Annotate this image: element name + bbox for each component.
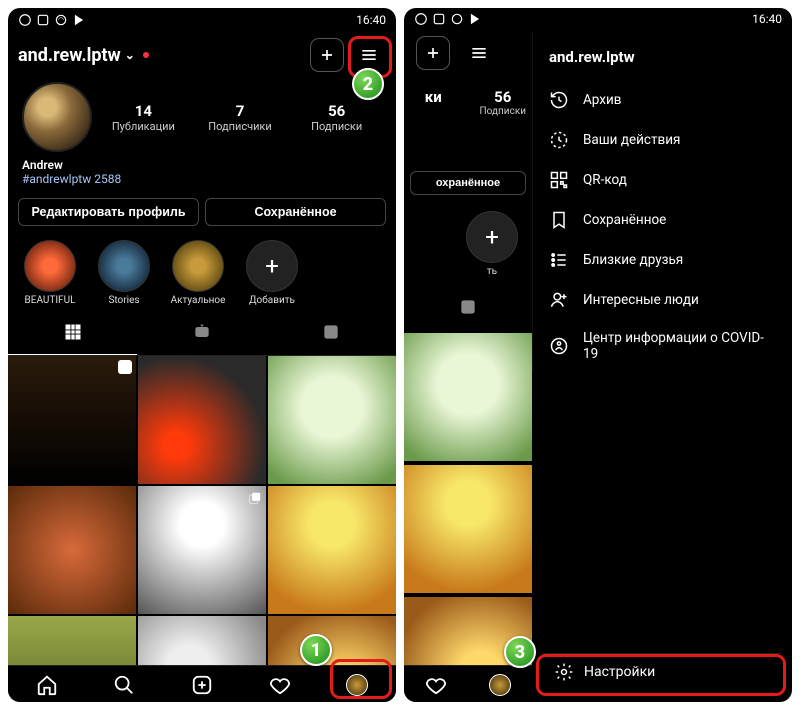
nav-profile[interactable] (468, 674, 532, 696)
nav-profile[interactable] (318, 674, 396, 696)
create-post-button[interactable] (310, 38, 344, 72)
callout-number-2: 2 (352, 68, 384, 100)
post-cell[interactable] (404, 333, 532, 461)
history-icon (549, 90, 569, 110)
carousel-icon (248, 490, 262, 504)
post-cell[interactable] (8, 356, 136, 484)
profile-header: and.rew.lptw ⌄ (8, 32, 396, 78)
bottom-nav (8, 665, 396, 702)
highlights-row: BEAUTIFUL Stories Актуальное + Добавить (8, 234, 396, 314)
profile-actions: Редактировать профиль Сохранённое (8, 190, 396, 234)
status-time: 16:40 (356, 13, 386, 27)
gear-icon (554, 662, 574, 682)
hamburger-menu-button[interactable] (462, 36, 496, 70)
igtv-badge-icon (118, 360, 132, 374)
info-icon (549, 336, 569, 356)
phone-left: 16:40 and.rew.lptw ⌄ 14 Публикации 7 Под… (8, 8, 396, 702)
menu-qr-code[interactable]: QR-код (533, 160, 792, 200)
status-bar: 16:40 (8, 8, 396, 32)
post-cell[interactable] (138, 486, 266, 614)
tab-tagged[interactable] (404, 289, 532, 329)
qr-icon (549, 170, 569, 190)
status-time: 16:40 (752, 12, 782, 26)
profile-name: Andrew (22, 158, 382, 172)
side-menu-panel: and.rew.lptw Архив Ваши действия QR-код … (532, 32, 792, 372)
profile-stats-row: 14 Публикации 7 Подписчики 56 Подписки (8, 78, 396, 154)
chevron-down-icon: ⌄ (125, 48, 135, 62)
list-icon (549, 250, 569, 270)
stat-followers[interactable]: 7 Подписчики (195, 102, 286, 133)
menu-covid-info[interactable]: Центр информации о COVID-19 (533, 320, 792, 372)
tab-igtv[interactable] (137, 314, 266, 355)
menu-settings[interactable]: Настройки (542, 653, 782, 690)
post-cell[interactable] (268, 486, 396, 614)
plus-icon: + (246, 240, 298, 292)
menu-saved[interactable]: Сохранённое (533, 200, 792, 240)
menu-discover-people[interactable]: Интересные люди (533, 280, 792, 320)
nav-activity[interactable] (404, 674, 468, 696)
highlight-actual[interactable]: Актуальное (168, 240, 228, 306)
profile-tabs (8, 314, 396, 356)
post-cell[interactable] (138, 616, 266, 665)
phone-right: 16:40 ки Подписки 56 Подписки охранённое (404, 8, 792, 702)
highlight-stories[interactable]: Stories (94, 240, 154, 306)
edit-profile-button[interactable]: Редактировать профиль (18, 198, 199, 226)
status-bar: 16:40 (404, 8, 792, 30)
stat-posts[interactable]: 14 Публикации (98, 102, 189, 133)
profile-bio: Andrew #andrewlptw 2588 (8, 154, 396, 190)
saved-button[interactable]: Сохранённое (205, 198, 386, 226)
nav-home[interactable] (8, 674, 86, 696)
notification-dot (143, 52, 149, 58)
add-person-icon (549, 290, 569, 310)
bookmark-icon (549, 210, 569, 230)
stat-following[interactable]: 56 Подписки (291, 102, 382, 133)
username-switcher[interactable]: and.rew.lptw ⌄ (18, 45, 149, 66)
activity-icon (549, 130, 569, 150)
profile-behind-panel: ки Подписки 56 Подписки охранённое + ть (404, 30, 532, 702)
bottom-nav (404, 665, 532, 702)
menu-archive[interactable]: Архив (533, 80, 792, 120)
panel-username: and.rew.lptw (533, 42, 792, 80)
post-cell[interactable] (268, 356, 396, 484)
post-cell[interactable] (404, 465, 532, 593)
username-text: and.rew.lptw (18, 45, 121, 66)
saved-button-partial[interactable]: охранённое (410, 171, 526, 195)
profile-avatar[interactable] (22, 82, 92, 152)
post-cell[interactable] (138, 356, 266, 484)
create-post-button[interactable] (416, 36, 450, 70)
profile-hashtag[interactable]: #andrewlptw 2588 (22, 172, 382, 186)
posts-grid (8, 356, 396, 665)
hamburger-menu-button[interactable] (352, 38, 386, 72)
menu-close-friends[interactable]: Близкие друзья (533, 240, 792, 280)
highlight-beautiful[interactable]: BEAUTIFUL (20, 240, 80, 306)
plus-icon: + (466, 211, 518, 263)
nav-search[interactable] (86, 674, 164, 696)
highlight-add[interactable]: + ть (462, 211, 522, 277)
callout-number-3: 3 (504, 636, 536, 668)
callout-number-1: 1 (300, 634, 332, 666)
nav-activity[interactable] (241, 674, 319, 696)
post-cell[interactable] (8, 486, 136, 614)
nav-create[interactable] (163, 674, 241, 696)
tab-grid[interactable] (8, 314, 137, 355)
highlight-add[interactable]: + Добавить (242, 240, 302, 306)
tab-tagged[interactable] (267, 314, 396, 355)
menu-your-activity[interactable]: Ваши действия (533, 120, 792, 160)
post-cell[interactable] (268, 616, 396, 665)
post-cell[interactable] (8, 616, 136, 665)
